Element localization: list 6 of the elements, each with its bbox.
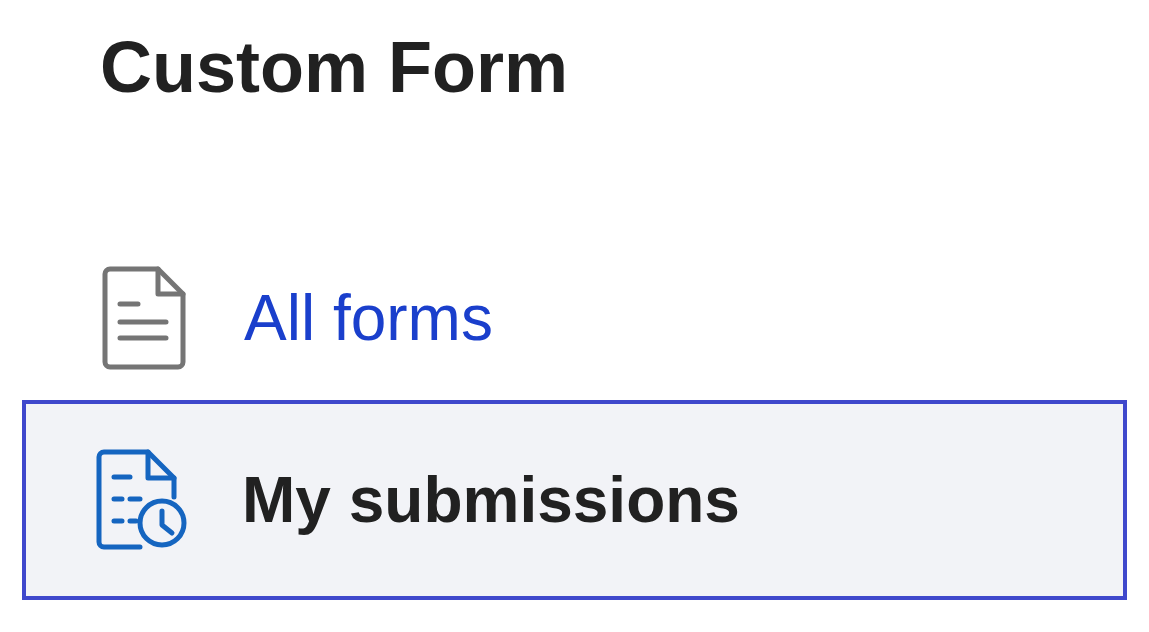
nav-label: My submissions	[242, 463, 740, 538]
nav-item[interactable]: My submissions	[22, 400, 1127, 600]
page-title: Custom Form	[100, 26, 569, 109]
document-clock-icon	[96, 449, 188, 551]
nav-label: All forms	[244, 281, 493, 356]
document-icon	[102, 266, 186, 370]
